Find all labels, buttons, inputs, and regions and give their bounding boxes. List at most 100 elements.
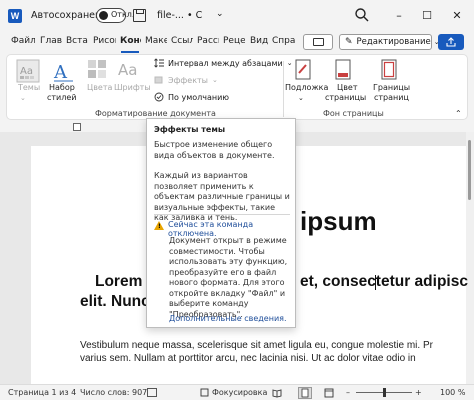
group-label-page-bg: Фон страницы [323,109,384,118]
effects-label: Эффекты [168,75,208,85]
zoom-level[interactable]: 100 % [440,388,465,397]
editing-mode-label: Редактирование [356,37,431,47]
svg-text:Aa: Aa [118,61,137,79]
page-count[interactable]: Страница 1 из 4 [8,388,76,397]
active-tab-indicator [121,51,139,53]
pencil-icon: ✎ [345,37,353,47]
tab-insert[interactable]: Вставк [66,36,88,46]
paragraph-spacing-label: Интервал между абзацами [168,58,283,68]
document-body-line: varius sem. Nullam at porttitor arcu, ne… [80,353,416,364]
fonts-label: Шрифты [114,83,151,92]
chevron-down-icon[interactable]: ⌄ [216,9,224,19]
close-button[interactable]: ✕ [448,6,466,24]
chevron-down-icon: ⌄ [286,59,293,67]
paragraph-spacing-icon [154,58,164,68]
tooltip-description-details: Каждый из вариантов позволяет применить … [154,171,290,222]
tab-design[interactable]: Конструктор [120,36,141,46]
effects-button[interactable]: Эффекты ⌄ [154,75,218,85]
tab-home[interactable]: Главн [40,36,62,46]
comment-icon [313,38,324,46]
set-default-button[interactable]: По умолчанию [154,92,229,102]
tab-view[interactable]: Вид [250,36,268,46]
effects-icon [154,76,163,84]
tab-help[interactable]: Справка [272,36,296,46]
warning-icon: ! [154,221,164,230]
page-color-label-2: страницы [325,93,367,102]
zoom-out-button[interactable]: – [346,388,350,397]
zoom-slider-thumb[interactable] [383,388,386,397]
style-set-icon[interactable]: A [51,58,77,84]
tab-file[interactable]: Файл [11,36,35,46]
chevron-down-icon: ⌄ [212,76,218,84]
document-body-line: Vestibulum neque massa, scelerisque sit … [80,340,433,351]
page-borders-label-2: страниц [374,93,409,102]
maximize-button[interactable]: ☐ [418,6,436,24]
chevron-down-icon: ⌄ [298,94,304,102]
tooltip-more-info-link[interactable]: Дополнительные сведения. [169,314,287,323]
editing-mode-button[interactable]: ✎ Редактирование ⌄ [339,34,440,50]
word-app-icon: W [8,9,22,23]
colors-icon[interactable] [87,59,107,79]
document-subheading-start: Lorem [95,273,143,290]
set-default-label: По умолчанию [168,92,230,102]
themes-icon[interactable]: Aa [16,59,40,83]
status-bar: Страница 1 из 4 Число слов: 907 Фокусиро… [0,384,474,400]
page-color-icon[interactable] [335,59,353,81]
chevron-up-icon[interactable]: ⌃ [455,109,462,119]
paragraph-spacing-button[interactable]: Интервал между абзацами ⌄ [154,58,293,68]
focus-label: Фокусировка [212,388,268,397]
tab-review[interactable]: Рецензирование [223,36,245,46]
comments-button[interactable] [303,34,333,50]
tab-draw[interactable]: Рисова [93,36,116,46]
chevron-down-icon: ⌄ [20,94,26,102]
themes-label: Темы [18,83,41,92]
toggle-knob [99,11,108,20]
page-borders-icon[interactable] [381,59,399,81]
indent-marker[interactable] [73,123,81,131]
text-cursor [375,275,376,290]
search-icon[interactable] [354,7,370,23]
tab-layout[interactable]: Макет [145,36,167,46]
document-subheading-line2: elit. Nunc [80,293,150,310]
checkmark-circle-icon [154,92,164,102]
tab-references[interactable]: Ссылки [171,36,193,46]
minimize-button[interactable]: – [390,6,408,24]
share-icon [446,37,456,47]
tooltip-divider [154,214,290,215]
autosave-toggle[interactable]: Откл. [96,8,134,23]
group-label-doc-format: Форматирование документа [95,109,216,118]
vertical-scrollbar[interactable] [466,132,474,384]
share-button[interactable] [438,34,464,50]
watermark-icon[interactable] [295,59,313,81]
zoom-in-button[interactable]: + [415,388,422,397]
read-mode-icon[interactable] [272,388,282,398]
style-set-label-1: Набор [49,83,75,92]
autosave-state: Откл. [111,10,135,19]
tooltip-description: Быстрое изменение общего вида объектов в… [154,140,275,160]
save-icon[interactable] [133,9,146,22]
tooltip-warning-text: Документ открыт в режиме совместимости. … [169,236,288,319]
svg-text:Aa: Aa [20,66,33,77]
focus-mode-button[interactable]: Фокусировка [200,388,267,397]
theme-effects-tooltip: Эффекты темы Быстрое изменение общего ви… [146,118,296,328]
fonts-icon[interactable]: Aa [117,58,139,80]
scrollbar-thumb[interactable] [468,140,471,200]
tab-mailings[interactable]: Рассылки [197,36,219,46]
style-set-label-2: стилей [47,93,77,102]
focus-icon [200,388,209,397]
word-count[interactable]: Число слов: 907 [80,388,147,397]
svg-text:A: A [53,62,68,83]
colors-label: Цвета [87,83,113,92]
tooltip-title: Эффекты темы [154,125,226,134]
print-layout-icon[interactable] [298,387,312,399]
web-layout-icon[interactable] [324,388,334,398]
page-borders-label-1: Границы [373,83,411,92]
ribbon: Aa Темы ⌄ A Набор стилей Цвета Aa Шрифты… [6,54,468,120]
page-color-label-1: Цвет [337,83,358,92]
document-title[interactable]: file-... • С [157,10,202,21]
document-subheading-cont: et, consectetur adipisc [300,273,468,290]
ribbon-separator [283,61,284,117]
proofing-icon[interactable] [147,388,157,397]
watermark-label: Подложка [285,83,329,92]
document-heading: ipsum [300,206,377,236]
